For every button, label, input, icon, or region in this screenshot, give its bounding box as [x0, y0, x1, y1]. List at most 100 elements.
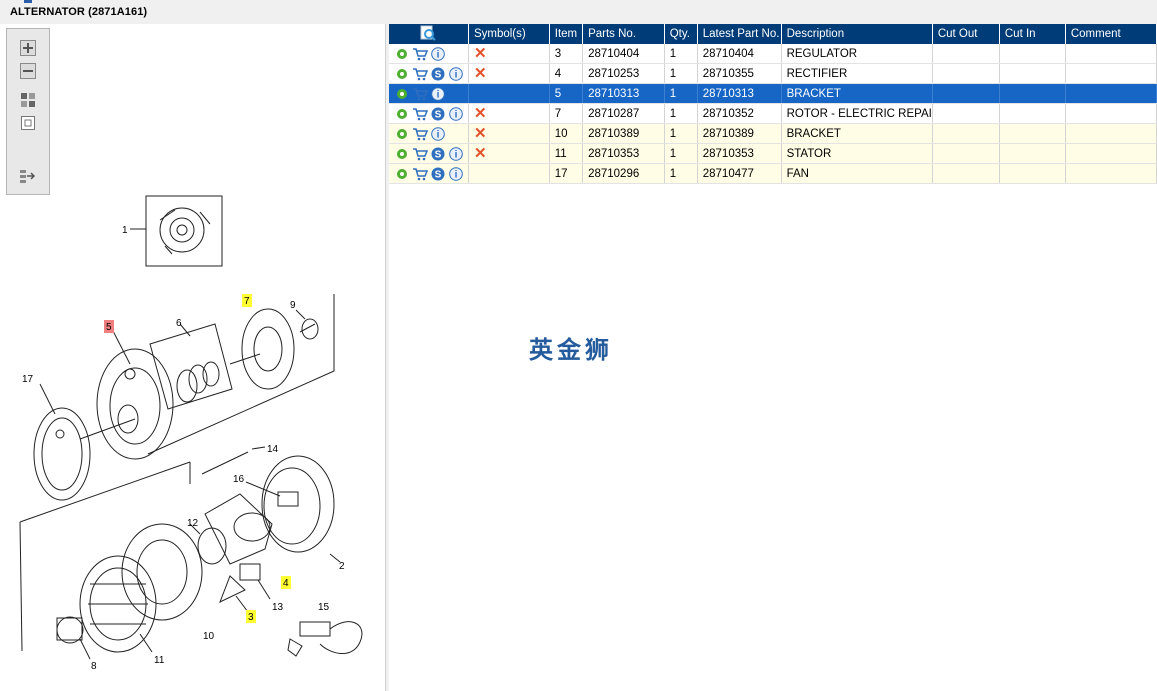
- row-actions: Si: [389, 143, 469, 164]
- info-icon[interactable]: i: [430, 46, 446, 62]
- qty-cell: 1: [664, 123, 698, 144]
- table-row[interactable]: Si ✕ 4 28710253 1 28710355 RECTIFIER: [389, 63, 1157, 84]
- connector-13: [239, 563, 261, 581]
- cart-icon[interactable]: [412, 126, 428, 142]
- description-cell: FAN: [781, 163, 933, 184]
- table-header: Symbol(s) Item Parts No. Qty. Latest Par…: [389, 24, 1157, 44]
- qty-cell: 1: [664, 103, 698, 124]
- column-header-symbols[interactable]: Symbol(s): [468, 24, 550, 44]
- table-row[interactable]: i ✕ 10 28710389 1 28710389 BRACKET: [389, 123, 1157, 144]
- row-actions: i: [389, 44, 469, 64]
- gear-icon[interactable]: [394, 166, 410, 182]
- parts-no-cell: 28710287: [582, 103, 665, 124]
- table-row[interactable]: Si ✕ 11 28710353 1 28710353 STATOR: [389, 143, 1157, 164]
- latest-part-no-cell: 28710313: [697, 83, 782, 104]
- row-actions: i: [389, 83, 469, 104]
- symbol-cell: ✕: [468, 143, 550, 164]
- gear-icon[interactable]: [394, 106, 410, 122]
- cut-in-cell: [999, 44, 1066, 64]
- parts-no-cell: 28710353: [582, 143, 665, 164]
- description-cell: BRACKET: [781, 123, 933, 144]
- parts-no-cell: 28710389: [582, 123, 665, 144]
- column-header-latest-part-no[interactable]: Latest Part No.: [697, 24, 782, 44]
- cart-icon[interactable]: [412, 66, 428, 82]
- cart-icon[interactable]: [412, 166, 428, 182]
- info-icon[interactable]: i: [448, 106, 464, 122]
- qty-cell: 1: [664, 163, 698, 184]
- callout-16: 16: [233, 474, 245, 485]
- cart-icon[interactable]: [412, 86, 428, 102]
- rotor-7: [241, 308, 295, 390]
- table-row[interactable]: i 5 28710313 1 28710313 BRACKET: [389, 83, 1157, 104]
- callout-14: 14: [267, 444, 279, 455]
- sensor-15: [287, 621, 363, 657]
- callout-13: 13: [272, 602, 284, 613]
- column-header-description[interactable]: Description: [781, 24, 933, 44]
- gear-icon[interactable]: [394, 86, 410, 102]
- diagram-panel: 1 2 3 4 5 6 7 8 9 10 11 12 13 14 15 16 1…: [0, 24, 386, 691]
- latest-part-no-cell: 28710389: [697, 123, 782, 144]
- table-row[interactable]: Si 17 28710296 1 28710477 FAN: [389, 163, 1157, 184]
- column-header-comment[interactable]: Comment: [1065, 24, 1157, 44]
- description-cell: STATOR: [781, 143, 933, 164]
- row-actions: i: [389, 123, 469, 144]
- info-icon[interactable]: i: [448, 66, 464, 82]
- cart-icon[interactable]: [412, 46, 428, 62]
- cut-out-cell: [932, 143, 1000, 164]
- cut-in-cell: [999, 123, 1066, 144]
- svg-text:i: i: [455, 149, 458, 160]
- cut-out-cell: [932, 83, 1000, 104]
- row-actions: Si: [389, 63, 469, 84]
- info-icon[interactable]: i: [430, 86, 446, 102]
- description-cell: REGULATOR: [781, 44, 933, 64]
- callout-3[interactable]: 3: [248, 612, 254, 623]
- callout-5[interactable]: 5: [106, 322, 112, 333]
- info-icon[interactable]: i: [448, 146, 464, 162]
- gear-icon[interactable]: [394, 126, 410, 142]
- column-header-cut-out[interactable]: Cut Out: [932, 24, 1000, 44]
- substitute-icon[interactable]: S: [430, 146, 446, 162]
- gear-icon[interactable]: [394, 46, 410, 62]
- symbol-cell: ✕: [468, 123, 550, 144]
- bracket-5: [96, 348, 174, 460]
- cut-in-cell: [999, 103, 1066, 124]
- substitute-icon[interactable]: S: [430, 166, 446, 182]
- cart-icon[interactable]: [412, 146, 428, 162]
- cut-out-cell: [932, 103, 1000, 124]
- cart-icon[interactable]: [412, 106, 428, 122]
- info-icon[interactable]: i: [430, 126, 446, 142]
- comment-cell: [1065, 83, 1157, 104]
- column-header-tools[interactable]: [389, 24, 469, 44]
- qty-cell: 1: [664, 83, 698, 104]
- comment-cell: [1065, 163, 1157, 184]
- x-mark-icon: ✕: [473, 125, 487, 142]
- column-header-cut-in[interactable]: Cut In: [999, 24, 1066, 44]
- symbol-cell: ✕: [468, 44, 550, 64]
- column-header-qty[interactable]: Qty.: [664, 24, 698, 44]
- callout-7[interactable]: 7: [244, 296, 250, 307]
- latest-part-no-cell: 28710353: [697, 143, 782, 164]
- comment-cell: [1065, 143, 1157, 164]
- substitute-icon[interactable]: S: [430, 66, 446, 82]
- table-row[interactable]: Si ✕ 7 28710287 1 28710352 ROTOR - ELECTRIC RE…: [389, 103, 1157, 124]
- callout-4[interactable]: 4: [283, 578, 289, 589]
- column-header-parts-no[interactable]: Parts No.: [582, 24, 665, 44]
- callout-6: 6: [176, 318, 182, 329]
- title-bar: ALTERNATOR (2871A161): [0, 0, 1157, 24]
- substitute-icon[interactable]: S: [430, 106, 446, 122]
- row-actions: Si: [389, 103, 469, 124]
- callout-17: 17: [22, 374, 34, 385]
- description-cell: RECTIFIER: [781, 63, 933, 84]
- svg-text:i: i: [455, 69, 458, 80]
- table-row[interactable]: i ✕ 3 28710404 1 28710404 REGULATOR: [389, 44, 1157, 64]
- svg-text:S: S: [435, 69, 442, 80]
- callout-10: 10: [203, 631, 215, 642]
- description-cell: BRACKET: [781, 83, 933, 104]
- column-header-item[interactable]: Item: [549, 24, 584, 44]
- cut-in-cell: [999, 63, 1066, 84]
- qty-cell: 1: [664, 63, 698, 84]
- info-icon[interactable]: i: [448, 166, 464, 182]
- gear-icon[interactable]: [394, 146, 410, 162]
- part-8: [56, 616, 84, 644]
- gear-icon[interactable]: [394, 66, 410, 82]
